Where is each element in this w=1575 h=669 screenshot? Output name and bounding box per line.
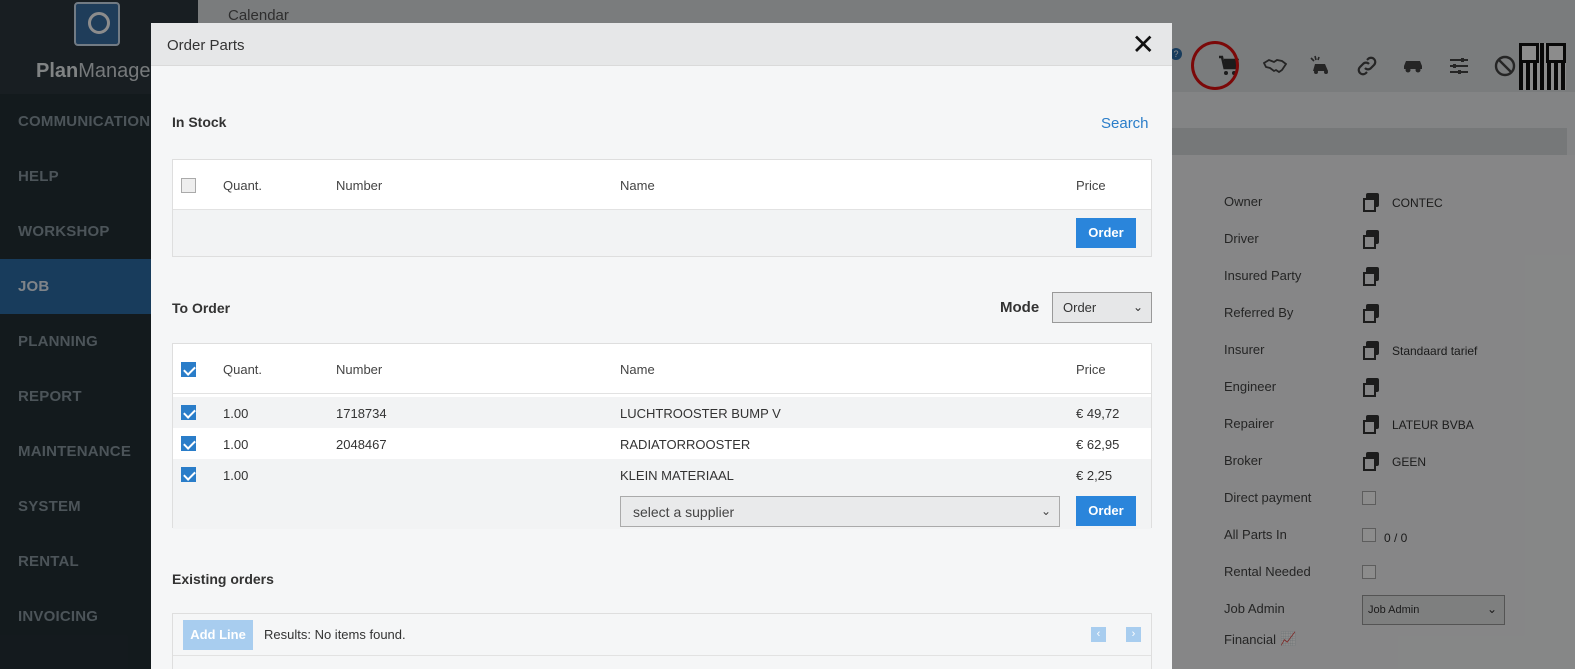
mode-label: Mode <box>1000 299 1040 316</box>
chevron-down-icon: ⌄ <box>1040 504 1051 518</box>
row-checkbox[interactable] <box>181 467 196 482</box>
prev-page-icon[interactable]: ‹ <box>1091 627 1106 642</box>
select-all-checkbox[interactable] <box>181 178 196 193</box>
row-number: 1718734 <box>336 406 387 421</box>
to-order-title: To Order <box>172 300 231 316</box>
next-page-icon[interactable]: › <box>1126 627 1141 642</box>
to-order-table: Quant. Number Name Price 1.00 1718734 LU… <box>172 343 1152 529</box>
supplier-select[interactable]: select a supplier ⌄ <box>620 496 1060 527</box>
select-all-checkbox[interactable] <box>181 362 196 377</box>
add-line-button[interactable]: Add Line <box>183 620 253 650</box>
row-price: € 62,95 <box>1076 437 1120 452</box>
row-checkbox[interactable] <box>181 405 196 420</box>
table-row: 1.00 2048467 RADIATORROOSTER € 62,95 <box>173 428 1151 459</box>
column-number: Number <box>336 362 383 377</box>
row-quant: 1.00 <box>223 468 249 483</box>
table-row: 1.00 KLEIN MATERIAAL € 2,25 select a sup… <box>173 459 1151 529</box>
existing-orders-title: Existing orders <box>172 571 274 587</box>
in-stock-title: In Stock <box>172 114 227 130</box>
column-name: Name <box>620 362 655 377</box>
modal-header: Order Parts ✕ <box>151 23 1172 66</box>
table-row: 1.00 1718734 LUCHTROOSTER BUMP V € 49,72 <box>173 397 1151 428</box>
column-quant: Quant. <box>223 362 263 377</box>
search-link[interactable]: Search <box>1101 115 1149 132</box>
column-quant: Quant. <box>223 178 263 193</box>
close-icon[interactable]: ✕ <box>1132 31 1155 59</box>
row-quant: 1.00 <box>223 437 249 452</box>
orders-toolbar: Add Line Results: No items found. ‹ › <box>173 614 1151 656</box>
row-name: KLEIN MATERIAAL <box>620 468 734 483</box>
table-header: Quant. Number Name Price <box>173 160 1151 210</box>
results-text: Results: No items found. <box>264 627 406 642</box>
column-name: Name <box>620 178 655 193</box>
mode-select[interactable]: Order ⌄ <box>1052 292 1152 323</box>
order-parts-modal: Order Parts ✕ In Stock Search Quant. Num… <box>151 23 1172 669</box>
row-name: RADIATORROOSTER <box>620 437 751 452</box>
row-checkbox[interactable] <box>181 436 196 451</box>
order-button[interactable]: Order <box>1076 496 1136 526</box>
chevron-down-icon: ⌄ <box>1132 300 1143 314</box>
existing-orders-table: Add Line Results: No items found. ‹ › <box>172 613 1152 669</box>
column-number: Number <box>336 178 383 193</box>
row-name: LUCHTROOSTER BUMP V <box>620 406 781 421</box>
column-price: Price <box>1076 178 1106 193</box>
in-stock-table: Quant. Number Name Price Order <box>172 159 1152 257</box>
modal-title: Order Parts <box>167 37 245 54</box>
table-header: Quant. Number Name Price <box>173 344 1151 394</box>
table-footer: Order <box>173 210 1151 256</box>
row-number: 2048467 <box>336 437 387 452</box>
row-quant: 1.00 <box>223 406 249 421</box>
row-price: € 49,72 <box>1076 406 1120 421</box>
row-price: € 2,25 <box>1076 468 1113 483</box>
column-price: Price <box>1076 362 1106 377</box>
order-button[interactable]: Order <box>1076 218 1136 248</box>
